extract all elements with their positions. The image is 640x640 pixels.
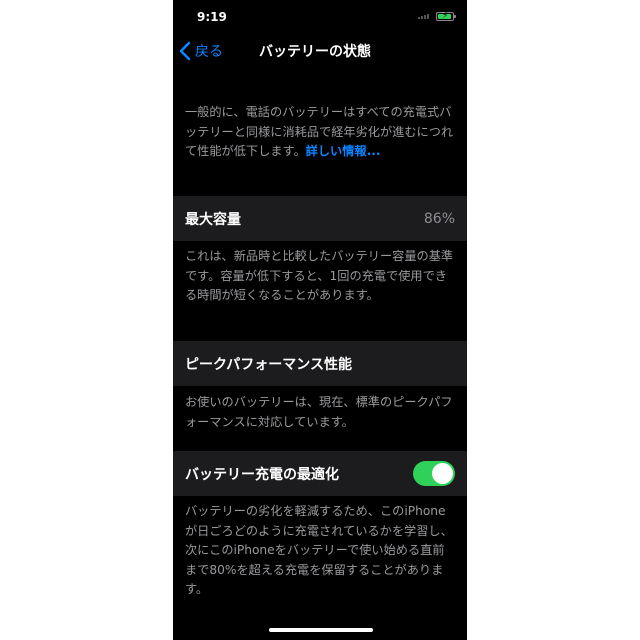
max-capacity-row: 最大容量 86% (173, 196, 467, 241)
phone-screen: 9:19 ⚡ 戻る バッテリーの状態 一般的に、電話のバッテリーはすべての充電式… (173, 0, 467, 640)
home-indicator[interactable] (269, 628, 373, 632)
intro-text: 一般的に、電話のバッテリーはすべての充電式バッテリーと同様に消耗品で経年劣化が進… (185, 103, 455, 162)
max-capacity-value: 86% (423, 210, 455, 227)
cellular-signal-icon (418, 14, 432, 19)
max-capacity-label: 最大容量 (185, 211, 241, 228)
back-button-label: 戻る (195, 44, 223, 60)
battery-charging-icon: ⚡ (436, 11, 456, 21)
learn-more-link[interactable]: 詳しい情報... (306, 144, 381, 158)
optimized-charging-label: バッテリー充電の最適化 (185, 466, 339, 483)
optimized-charging-toggle[interactable] (413, 461, 455, 486)
max-capacity-description: これは、新品時と比較したバッテリー容量の基準です。容量が低下すると、1回の充電で… (185, 249, 454, 302)
status-time: 9:19 (197, 10, 227, 24)
peak-performance-description: お使いのバッテリーは、現在、標準のピークパフォーマンスに対応しています。 (185, 395, 453, 429)
peak-performance-row: ピークパフォーマンス性能 (173, 341, 467, 386)
chevron-left-icon (179, 41, 191, 61)
peak-performance-label: ピークパフォーマンス性能 (185, 356, 353, 373)
toggle-knob (432, 463, 453, 484)
back-button[interactable]: 戻る (179, 40, 223, 62)
optimized-charging-row: バッテリー充電の最適化 (173, 451, 467, 496)
page-title: バッテリーの状態 (259, 44, 371, 60)
optimized-charging-description: バッテリーの劣化を軽減するため、このiPhoneが日ごろどのように充電されている… (185, 504, 453, 596)
